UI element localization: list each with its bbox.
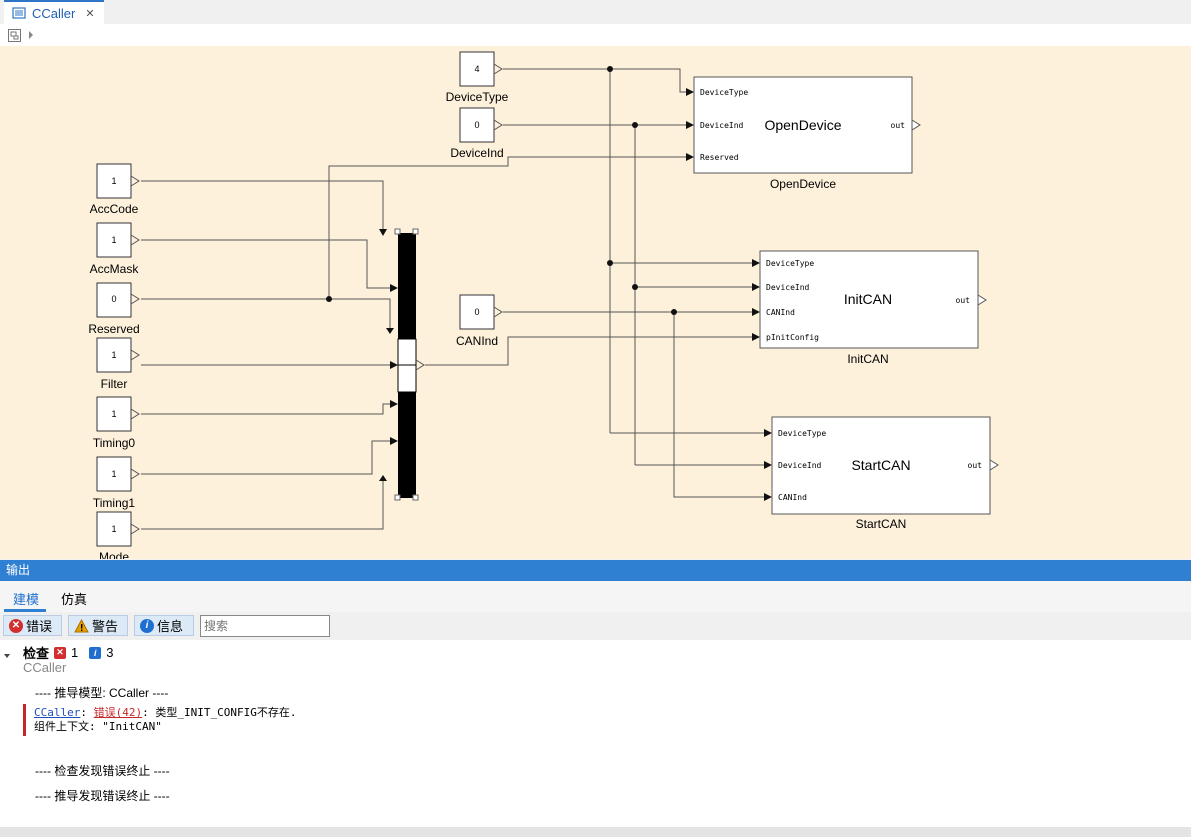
constant-value: 1 — [111, 409, 116, 419]
block-label: AccCode — [90, 202, 139, 216]
constant-device-type[interactable]: 4 DeviceType — [446, 51, 509, 104]
port-label: CANInd — [766, 308, 795, 317]
error-message: : 类型_INIT_CONFIG不存在. — [142, 706, 297, 719]
info-icon: i — [140, 618, 154, 633]
block-label: Timing1 — [93, 496, 136, 510]
open-device-block[interactable]: DeviceType DeviceInd Reserved OpenDevice… — [693, 76, 921, 191]
error-icon: ✕ — [54, 646, 67, 659]
constant-value: 0 — [474, 120, 479, 130]
filter-errors-label: 错误 — [26, 619, 53, 634]
port-label: out — [891, 121, 906, 130]
constant-filter[interactable]: 1 Filter — [96, 337, 140, 391]
constant-value: 0 — [111, 294, 116, 304]
constant-timing1[interactable]: 1 Timing1 — [93, 456, 140, 510]
tab-simulation[interactable]: 仿真 — [61, 589, 87, 608]
error-marker — [23, 704, 26, 736]
filter-bar: ✕ 错误 警告 i 信息 — [0, 612, 1191, 640]
editor-toolbar — [0, 24, 1191, 47]
output-log: 检查 ✕ 1 i 3 CCaller ---- 推导模型: CCaller --… — [0, 640, 1191, 827]
constant-acc-mask[interactable]: 1 AccMask — [90, 222, 140, 276]
constant-mode[interactable]: 1 Mode — [96, 511, 140, 559]
info-count: 3 — [106, 645, 114, 660]
constant-value: 1 — [111, 350, 116, 360]
block-label: AccMask — [90, 262, 140, 276]
tab-ccaller[interactable]: CCaller ✕ — [4, 0, 104, 24]
filter-errors-button[interactable]: ✕ 错误 — [3, 615, 62, 636]
search-input[interactable] — [200, 615, 330, 637]
block-label: Mode — [99, 550, 129, 559]
port-label: DeviceType — [700, 88, 748, 97]
block-diagram: 4 DeviceType 0 DeviceInd 1 AccCode 1 Acc… — [88, 51, 999, 559]
output-tabs: 建模 仿真 — [0, 581, 1191, 613]
block-label: InitCAN — [847, 352, 888, 366]
error-context: 组件上下文: "InitCAN" — [34, 720, 162, 733]
log-line-derive: ---- 推导模型: CCaller ---- — [35, 686, 169, 700]
model-canvas[interactable]: 4 DeviceType 0 DeviceInd 1 AccCode 1 Acc… — [0, 46, 1191, 559]
signal-lines — [141, 68, 764, 530]
start-can-block[interactable]: DeviceType DeviceInd CANInd StartCAN out… — [771, 416, 999, 531]
filter-info-label: 信息 — [157, 619, 184, 634]
hierarchy-icon[interactable] — [8, 29, 21, 42]
filter-warnings-button[interactable]: 警告 — [68, 615, 128, 636]
close-icon[interactable]: ✕ — [85, 7, 94, 20]
block-title: InitCAN — [844, 291, 892, 307]
block-label: Timing0 — [93, 436, 136, 450]
error-separator: : — [80, 706, 94, 719]
constant-timing0[interactable]: 1 Timing0 — [93, 396, 140, 450]
error-source-link[interactable]: CCaller — [34, 706, 80, 719]
port-label: out — [956, 296, 971, 305]
output-panel-title: 输出 — [0, 560, 1191, 581]
constant-value: 4 — [474, 64, 479, 74]
constant-value: 1 — [111, 176, 116, 186]
info-icon: i — [89, 646, 102, 659]
constant-value: 1 — [111, 235, 116, 245]
filter-warnings-label: 警告 — [92, 619, 119, 634]
bus-creator-block[interactable] — [394, 228, 425, 501]
error-entry: CCaller: 错误(42): 类型_INIT_CONFIG不存在. 组件上下… — [34, 706, 296, 734]
block-label: CANInd — [456, 334, 498, 348]
port-label: pInitConfig — [766, 333, 819, 342]
chevron-down-icon[interactable] — [4, 654, 10, 658]
filter-info-button[interactable]: i 信息 — [134, 615, 194, 636]
status-bar — [0, 827, 1191, 837]
constant-value: 1 — [111, 469, 116, 479]
block-label: Reserved — [88, 322, 139, 336]
constant-reserved[interactable]: 0 Reserved — [88, 282, 140, 336]
tab-title: CCaller — [32, 5, 76, 21]
block-label: Filter — [101, 377, 128, 391]
port-label: DeviceType — [778, 429, 826, 438]
constant-acc-code[interactable]: 1 AccCode — [90, 163, 140, 216]
error-count: 1 — [71, 645, 79, 660]
document-tab-bar: CCaller ✕ — [0, 0, 1191, 24]
model-icon — [12, 7, 26, 19]
port-label: DeviceInd — [766, 283, 810, 292]
warning-icon — [74, 618, 89, 632]
port-label: CANInd — [778, 493, 807, 502]
constant-value: 1 — [111, 524, 116, 534]
block-label: DeviceType — [446, 90, 509, 104]
block-label: StartCAN — [856, 517, 907, 531]
model-name: CCaller — [23, 660, 67, 675]
tab-modeling[interactable]: 建模 — [13, 589, 39, 608]
block-label: OpenDevice — [770, 177, 836, 191]
error-icon: ✕ — [9, 618, 23, 633]
constant-can-ind[interactable]: 0 CANInd — [456, 294, 503, 348]
error-code-link[interactable]: 错误(42) — [94, 706, 143, 719]
chevron-right-icon[interactable] — [28, 31, 34, 39]
port-label: Reserved — [700, 153, 739, 162]
log-line-check-end: ---- 检查发现错误终止 ---- — [35, 764, 170, 778]
block-title: OpenDevice — [764, 117, 841, 133]
log-line-derive-end: ---- 推导发现错误终止 ---- — [35, 789, 170, 803]
constant-value: 0 — [474, 307, 479, 317]
block-title: StartCAN — [851, 457, 910, 473]
constant-device-ind[interactable]: 0 DeviceInd — [450, 107, 504, 160]
block-label: DeviceInd — [450, 146, 503, 160]
port-label: out — [968, 461, 983, 470]
port-label: DeviceType — [766, 259, 814, 268]
port-label: DeviceInd — [700, 121, 744, 130]
port-label: DeviceInd — [778, 461, 822, 470]
init-can-block[interactable]: DeviceType DeviceInd CANInd pInitConfig … — [759, 250, 987, 366]
